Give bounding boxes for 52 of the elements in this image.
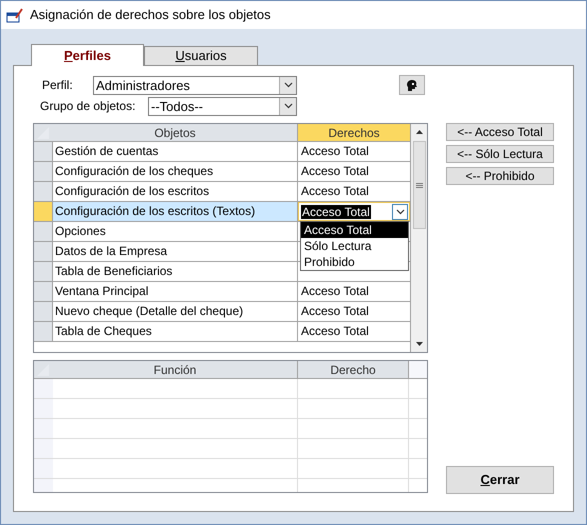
tab[interactable]: Perfiles bbox=[31, 44, 144, 66]
table-cell: Configuración de los escritos (Textos) bbox=[53, 202, 298, 221]
close-button[interactable]: Cerrar bbox=[446, 466, 554, 494]
table-cell-text: Acceso Total bbox=[300, 163, 370, 180]
table-cell: Nuevo cheque (Detalle del cheque) bbox=[53, 302, 298, 321]
table-cell: Configuración de los escritos bbox=[53, 182, 298, 201]
table-cell-text: Acceso Total bbox=[300, 143, 370, 160]
dropdown-option[interactable]: Prohibido bbox=[301, 254, 408, 270]
app-icon bbox=[6, 7, 24, 23]
user-button[interactable] bbox=[399, 75, 425, 95]
row-header[interactable] bbox=[34, 182, 53, 201]
column-header[interactable]: Derechos bbox=[298, 124, 410, 141]
scrollbar[interactable] bbox=[410, 124, 427, 352]
table-cell: Opciones bbox=[53, 222, 298, 241]
dropdown-field[interactable]: --Todos-- bbox=[148, 96, 297, 116]
row-header[interactable] bbox=[34, 142, 53, 161]
dropdown-option[interactable]: Sólo Lectura bbox=[301, 238, 408, 254]
header-filler bbox=[409, 361, 427, 378]
table-cell: Tabla de Cheques bbox=[53, 322, 298, 341]
row-header[interactable] bbox=[34, 302, 53, 321]
table-cell: Datos de la Empresa bbox=[53, 242, 298, 261]
row-header[interactable] bbox=[34, 242, 53, 261]
grip-icon bbox=[416, 182, 422, 188]
rights-button[interactable]: <-- Acceso Total bbox=[446, 123, 554, 141]
column-header[interactable]: Función bbox=[53, 361, 298, 378]
tab[interactable]: Usuarios bbox=[144, 46, 258, 65]
dropdown-field[interactable]: Administradores bbox=[93, 76, 297, 94]
person-head-icon bbox=[406, 78, 418, 92]
caret-icon bbox=[284, 103, 292, 109]
table-cell: Gestión de cuentas bbox=[53, 142, 298, 161]
scrollbar-thumb[interactable] bbox=[412, 141, 426, 229]
table-cell-text: Acceso Total bbox=[300, 303, 370, 320]
row-header[interactable] bbox=[34, 262, 53, 281]
table-cell-text: Acceso Total bbox=[300, 283, 370, 300]
rights-button[interactable]: <-- Sólo Lectura bbox=[446, 145, 554, 163]
row-header[interactable] bbox=[34, 322, 53, 341]
row-header[interactable] bbox=[34, 202, 53, 221]
table-cell: Ventana Principal bbox=[53, 282, 298, 301]
table-cell: Tabla de Beneficiarios bbox=[53, 262, 298, 281]
table-cell-text: Acceso Total bbox=[300, 183, 370, 200]
window-title: Asignación de derechos sobre los objetos bbox=[30, 6, 271, 24]
row-header[interactable] bbox=[34, 282, 53, 301]
caret-icon bbox=[396, 208, 404, 214]
dropdown-option[interactable]: Acceso Total bbox=[301, 222, 408, 238]
row-header[interactable] bbox=[34, 162, 53, 181]
rights-button[interactable]: <-- Prohibido bbox=[446, 167, 554, 185]
row-header[interactable] bbox=[34, 222, 53, 241]
table-cell-text: Acceso Total bbox=[300, 323, 370, 340]
perfil-label: Perfil: bbox=[41, 77, 74, 94]
caret-icon bbox=[284, 82, 292, 88]
grupo-label: Grupo de objetos: bbox=[39, 98, 136, 115]
table-cell: Configuración de los cheques bbox=[53, 162, 298, 181]
